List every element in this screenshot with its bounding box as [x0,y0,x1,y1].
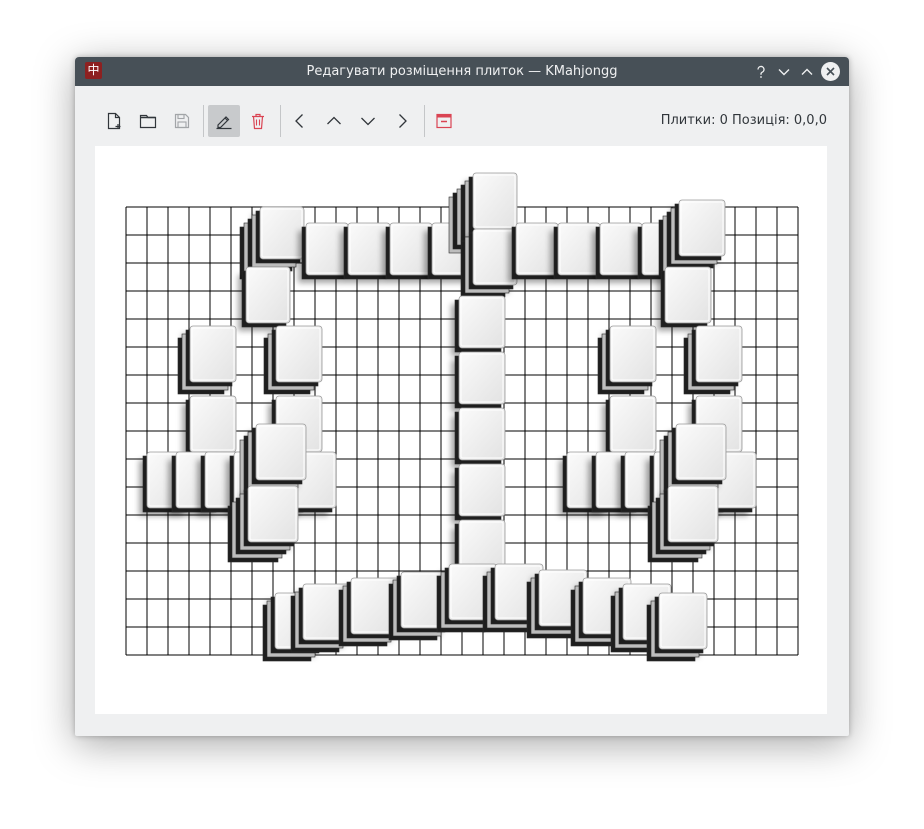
shift-up-button[interactable] [318,105,350,137]
toolbar-separator [280,105,281,137]
mahjong-tile-stack[interactable] [657,266,712,331]
help-button[interactable] [751,62,770,81]
window-close-icon [436,113,452,129]
shift-down-button[interactable] [352,105,384,137]
toolbar-separator [424,105,425,137]
maximize-button[interactable] [797,62,816,81]
chevron-left-icon [295,114,303,128]
mahjong-tile-stack[interactable] [659,423,727,497]
mahjong-tile-stack[interactable] [602,395,657,460]
close-icon [826,67,835,76]
chevron-down-icon [778,68,789,75]
add-tile-button[interactable] [208,105,240,137]
mahjong-tile-stack[interactable] [683,325,743,395]
open-layout-button[interactable] [132,105,164,137]
mahjong-tile-stack[interactable] [239,423,307,497]
board-canvas[interactable] [95,146,827,714]
trash-icon [252,113,264,130]
close-button[interactable] [821,62,840,81]
close-editor-button[interactable] [428,105,460,137]
mahjong-tile-stack[interactable] [658,199,726,277]
editor-window: 中 Редагувати розміщення плиток — KMahjon… [75,57,849,736]
mahjong-tile-stack[interactable] [451,295,506,356]
mahjong-tile-stack[interactable] [177,325,237,395]
chevron-up-icon [327,116,341,125]
mahjong-tile-stack[interactable] [451,351,506,412]
save-icon [174,113,190,129]
new-layout-button[interactable] [98,105,130,137]
delete-tile-button[interactable] [242,105,274,137]
mahjong-tile-stack[interactable] [238,266,291,331]
status-label: Плитки: 0 Позиція: 0,0,0 [660,113,827,128]
title-bar[interactable]: 中 Редагувати розміщення плиток — KMahjon… [75,57,849,86]
shift-left-button[interactable] [284,105,316,137]
new-document-icon [107,112,121,130]
window-title: Редагувати розміщення плиток — KMahjongg [306,64,618,79]
mahjong-tile-stack[interactable] [597,325,657,395]
minimize-button[interactable] [774,62,793,81]
chevron-down-icon [361,117,375,126]
mahjong-tile-stack[interactable] [182,395,237,460]
folder-icon [139,114,157,129]
mahjong-tile-stack[interactable] [451,407,506,468]
toolbar-separator [203,105,204,137]
layout-board[interactable] [95,146,827,714]
chevron-right-icon [399,114,407,128]
chevron-up-icon [801,68,812,75]
save-layout-button[interactable] [166,105,198,137]
toolbar: Плитки: 0 Позиція: 0,0,0 [75,86,849,146]
shift-right-button[interactable] [386,105,418,137]
mahjong-tile-stack[interactable] [646,592,708,662]
mahjong-tile-stack[interactable] [451,463,506,524]
pencil-icon [216,116,232,130]
mahjong-tile-stack[interactable] [263,325,323,395]
help-icon [756,65,765,78]
